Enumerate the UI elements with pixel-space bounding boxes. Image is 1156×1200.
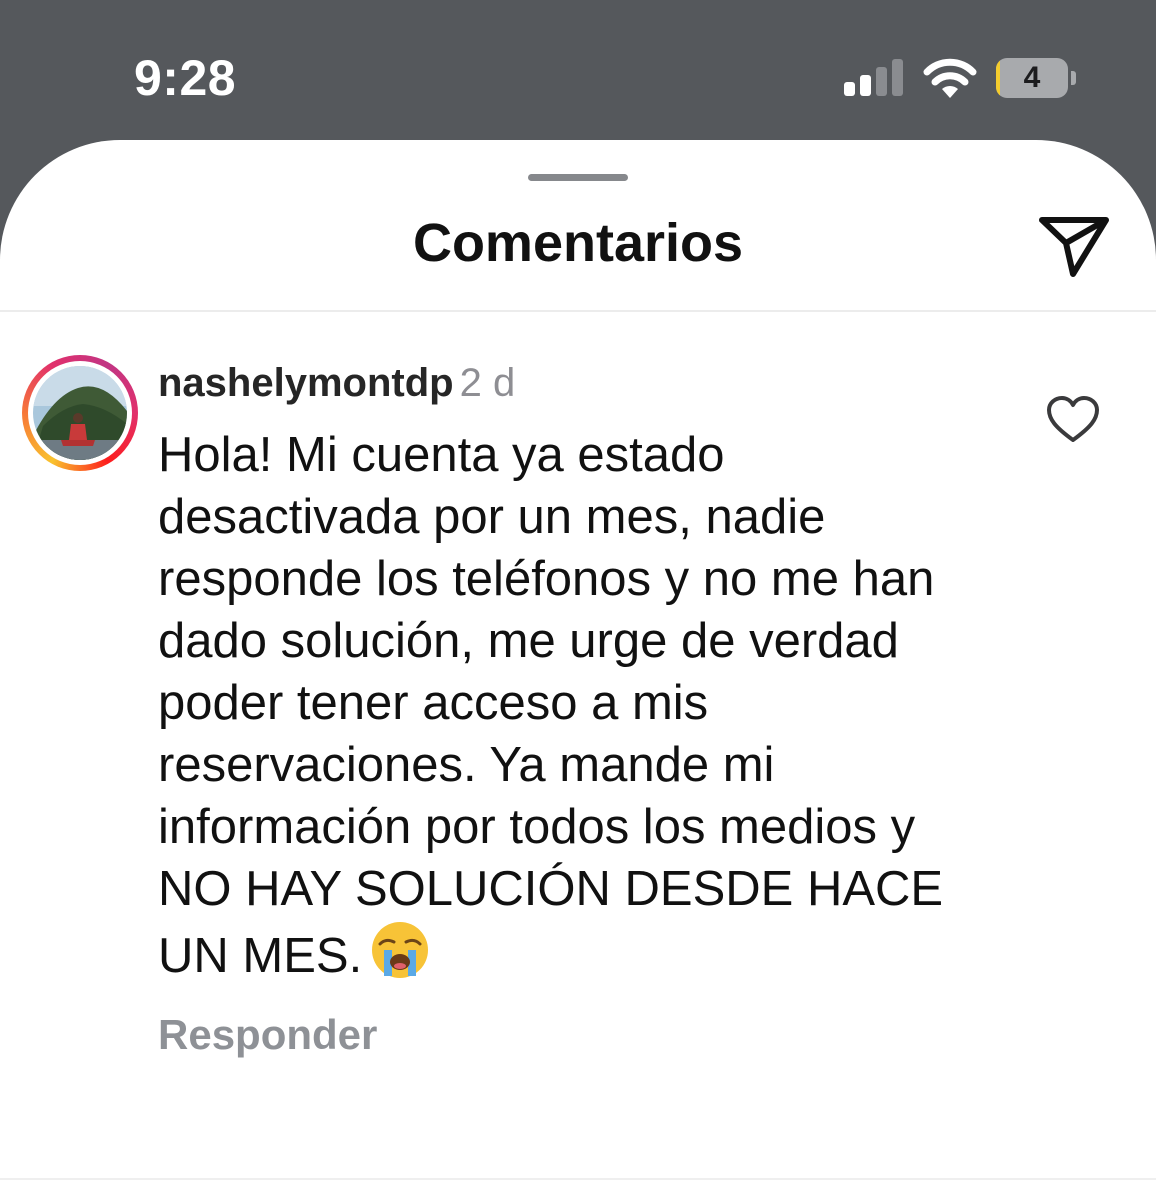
bottom-divider <box>0 1178 1156 1180</box>
heart-outline-icon[interactable] <box>1045 394 1101 444</box>
comment-username[interactable]: nashelymontdp <box>158 361 454 405</box>
sheet-grabber-handle[interactable] <box>528 174 628 181</box>
reply-button[interactable]: Responder <box>158 1008 377 1062</box>
loudly-crying-face-icon <box>370 920 430 980</box>
comment-text: Hola! Mi cuenta ya estado desactivada po… <box>158 424 978 987</box>
header-divider <box>0 310 1156 312</box>
cellular-signal-icon <box>844 59 903 96</box>
battery-indicator: 4 <box>996 58 1080 98</box>
battery-body: 4 <box>996 58 1068 98</box>
wifi-icon <box>923 58 977 98</box>
comment-body: Hola! Mi cuenta ya estado desactivada po… <box>158 428 944 983</box>
comments-sheet: Comentarios nashelymontdp 2 d Hola! Mi c… <box>0 140 1156 1200</box>
sheet-title: Comentarios <box>412 213 744 273</box>
comment-header: nashelymontdp 2 d <box>158 358 515 408</box>
battery-cap <box>1071 71 1076 85</box>
status-time: 9:28 <box>134 50 237 106</box>
avatar-photo <box>33 366 127 460</box>
status-bar: 9:28 4 <box>0 0 1156 140</box>
screen: 9:28 4 Comentarios nashelymontdp 2 d Hol… <box>0 0 1156 1200</box>
battery-level: 4 <box>1023 61 1041 94</box>
comment-timestamp: 2 d <box>459 361 516 405</box>
avatar[interactable] <box>22 355 138 471</box>
avatar-ring-gap <box>28 361 132 465</box>
paper-plane-icon[interactable] <box>1036 212 1112 278</box>
